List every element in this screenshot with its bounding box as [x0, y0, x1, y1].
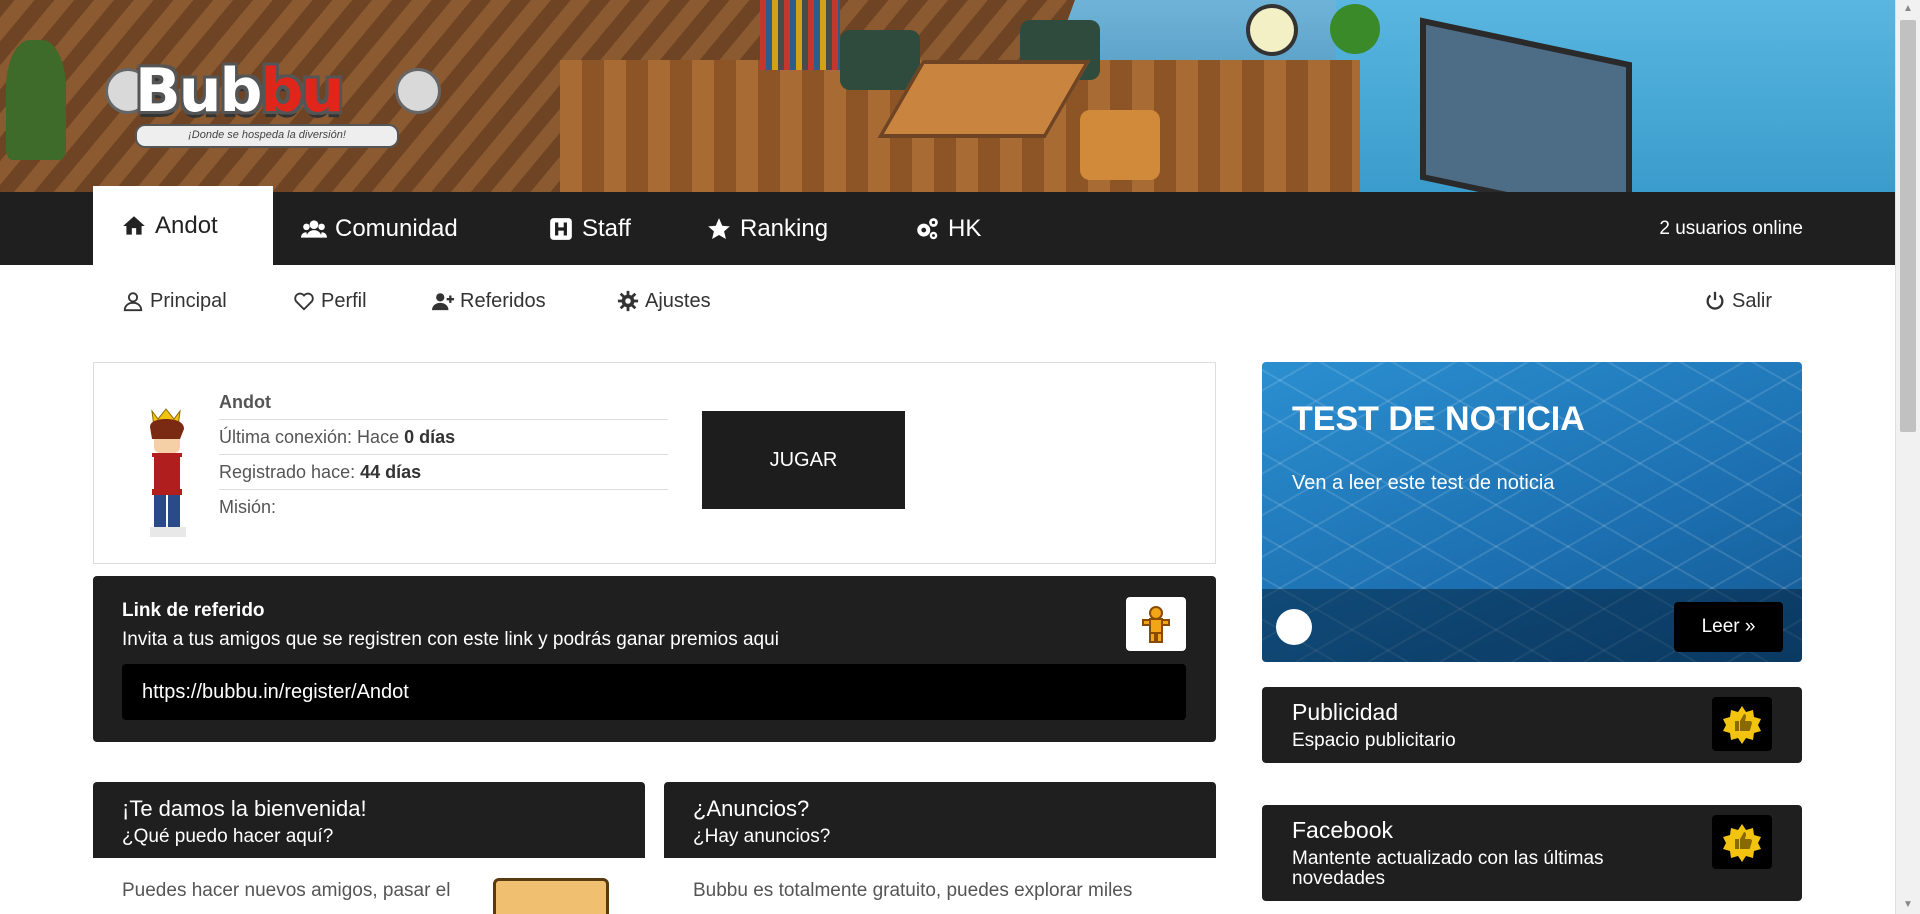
- referral-box: Link de referido Invita a tus amigos que…: [93, 576, 1216, 742]
- profile-card: Andot Última conexión: Hace 0 días Regis…: [93, 362, 1216, 564]
- facebook-title: Facebook: [1292, 817, 1394, 843]
- welcome-card-body: Puedes hacer nuevos amigos, pasar el: [93, 858, 645, 914]
- power-icon: [1706, 291, 1724, 310]
- page-scrollbar[interactable]: ▲ ▼: [1895, 0, 1920, 914]
- banner-lamp: [1250, 8, 1294, 52]
- nav-item-home[interactable]: Andot: [93, 186, 273, 265]
- welcome-card-title: ¡Te damos la bienvenida!: [122, 796, 367, 821]
- referral-title: Link de referido: [122, 600, 265, 621]
- ads-card-title: ¿Anuncios?: [693, 796, 810, 821]
- users-icon: [301, 219, 327, 238]
- profile-info: Andot Última conexión: Hace 0 días Regis…: [219, 385, 668, 524]
- header-banner: Bubbu ¡Donde se hospeda la diversión!: [0, 0, 1896, 192]
- gear-icon: [617, 290, 639, 312]
- ads-card-subtitle: ¿Hay anuncios?: [693, 826, 831, 847]
- logout-label: Salir: [1732, 289, 1773, 312]
- welcome-card-header: ¡Te damos la bienvenida! ¿Qué puedo hace…: [93, 782, 645, 858]
- gingerbread-icon: [1142, 606, 1170, 643]
- news-footer: Leer »: [1262, 589, 1802, 662]
- publicidad-subtitle: Espacio publicitario: [1292, 730, 1456, 751]
- logout-link[interactable]: Salir: [1704, 286, 1772, 316]
- nav-item-label: Ranking: [740, 214, 829, 242]
- banner-tree: [6, 40, 66, 160]
- publicidad-badge: [1712, 697, 1772, 751]
- thumbs-up-badge-icon: [1723, 706, 1761, 744]
- welcome-card-subtitle: ¿Qué puedo hacer aquí?: [122, 826, 334, 847]
- nav-item-label: Staff: [582, 214, 631, 242]
- scroll-down-arrow-icon[interactable]: ▼: [1900, 898, 1916, 912]
- envelope-icon: [493, 878, 609, 914]
- subnav-principal[interactable]: Principal: [122, 286, 227, 316]
- news-slider: TEST DE NOTICIA Ven a leer este test de …: [1262, 362, 1802, 662]
- main-navbar: Andot Comunidad Staff Ranking HK 2 usuar…: [0, 186, 1896, 265]
- facebook-subtitle: Mantente actualizado con las últimas nov…: [1292, 848, 1604, 889]
- online-users-count: 2 usuarios online: [1659, 217, 1803, 239]
- logo-ring-right: [395, 68, 441, 114]
- site-logo[interactable]: Bubbu ¡Donde se hospeda la diversión!: [105, 48, 441, 148]
- nav-item-hk[interactable]: HK: [886, 192, 1009, 265]
- heart-icon: [294, 292, 314, 311]
- subnav-label: Ajustes: [645, 289, 711, 312]
- user-plus-icon: [432, 293, 454, 311]
- ads-card-header: ¿Anuncios? ¿Hay anuncios?: [664, 782, 1216, 858]
- publicidad-box: Publicidad Espacio publicitario: [1262, 687, 1802, 763]
- subnav-label: Perfil: [321, 289, 367, 312]
- banner-chair: [840, 30, 920, 90]
- profile-registered: Registrado hace: 44 días: [219, 455, 668, 490]
- logo-text: Bubbu: [135, 56, 344, 126]
- cogs-icon: [917, 217, 938, 239]
- logo-tagline: ¡Donde se hospeda la diversión!: [135, 124, 399, 148]
- h-square-icon: [550, 217, 572, 240]
- publicidad-title: Publicidad: [1292, 699, 1399, 725]
- news-title: TEST DE NOTICIA: [1292, 400, 1585, 438]
- scroll-up-arrow-icon[interactable]: ▲: [1900, 2, 1916, 16]
- facebook-box: Facebook Mantente actualizado con las úl…: [1262, 805, 1802, 901]
- nav-item-label: Comunidad: [335, 214, 458, 242]
- profile-name: Andot: [219, 385, 668, 420]
- nav-item-label: Andot: [155, 211, 218, 239]
- play-button[interactable]: JUGAR: [702, 411, 905, 509]
- home-icon: [123, 215, 145, 235]
- scrollbar-thumb[interactable]: [1900, 20, 1916, 432]
- subnav-label: Principal: [150, 289, 227, 312]
- ads-card-body: Bubbu es totalmente gratuito, puedes exp…: [664, 858, 1216, 914]
- profile-last-login: Última conexión: Hace 0 días: [219, 420, 668, 455]
- nav-item-ranking[interactable]: Ranking: [678, 192, 856, 265]
- nav-item-staff[interactable]: Staff: [520, 192, 659, 265]
- news-subtitle: Ven a leer este test de noticia: [1292, 472, 1555, 494]
- read-more-button[interactable]: Leer »: [1674, 602, 1783, 652]
- subnav-ajustes[interactable]: Ajustes: [617, 286, 711, 316]
- nav-item-comunidad[interactable]: Comunidad: [273, 192, 486, 265]
- subnav-label: Referidos: [460, 289, 546, 312]
- banner-plant: [1330, 4, 1380, 54]
- banner-chair: [1080, 110, 1160, 180]
- profile-mission: Misión:: [219, 497, 277, 517]
- referral-link-field[interactable]: https://bubbu.in/register/Andot: [122, 664, 1186, 720]
- subnav-referidos[interactable]: Referidos: [432, 286, 546, 316]
- referral-badge: [1126, 597, 1186, 651]
- user-icon: [123, 292, 143, 312]
- nav-item-label: HK: [948, 214, 982, 242]
- thumbs-up-badge-icon: [1723, 824, 1761, 862]
- ads-card-text: Bubbu es totalmente gratuito, puedes exp…: [693, 880, 1133, 901]
- welcome-card-text: Puedes hacer nuevos amigos, pasar el: [122, 880, 451, 901]
- subnav-perfil[interactable]: Perfil: [293, 286, 367, 316]
- banner-bookshelf: [760, 0, 840, 70]
- star-icon: [708, 217, 730, 239]
- facebook-badge: [1712, 815, 1772, 869]
- slider-dot[interactable]: [1276, 609, 1312, 645]
- avatar: [146, 408, 188, 537]
- referral-description: Invita a tus amigos que se registren con…: [122, 629, 779, 650]
